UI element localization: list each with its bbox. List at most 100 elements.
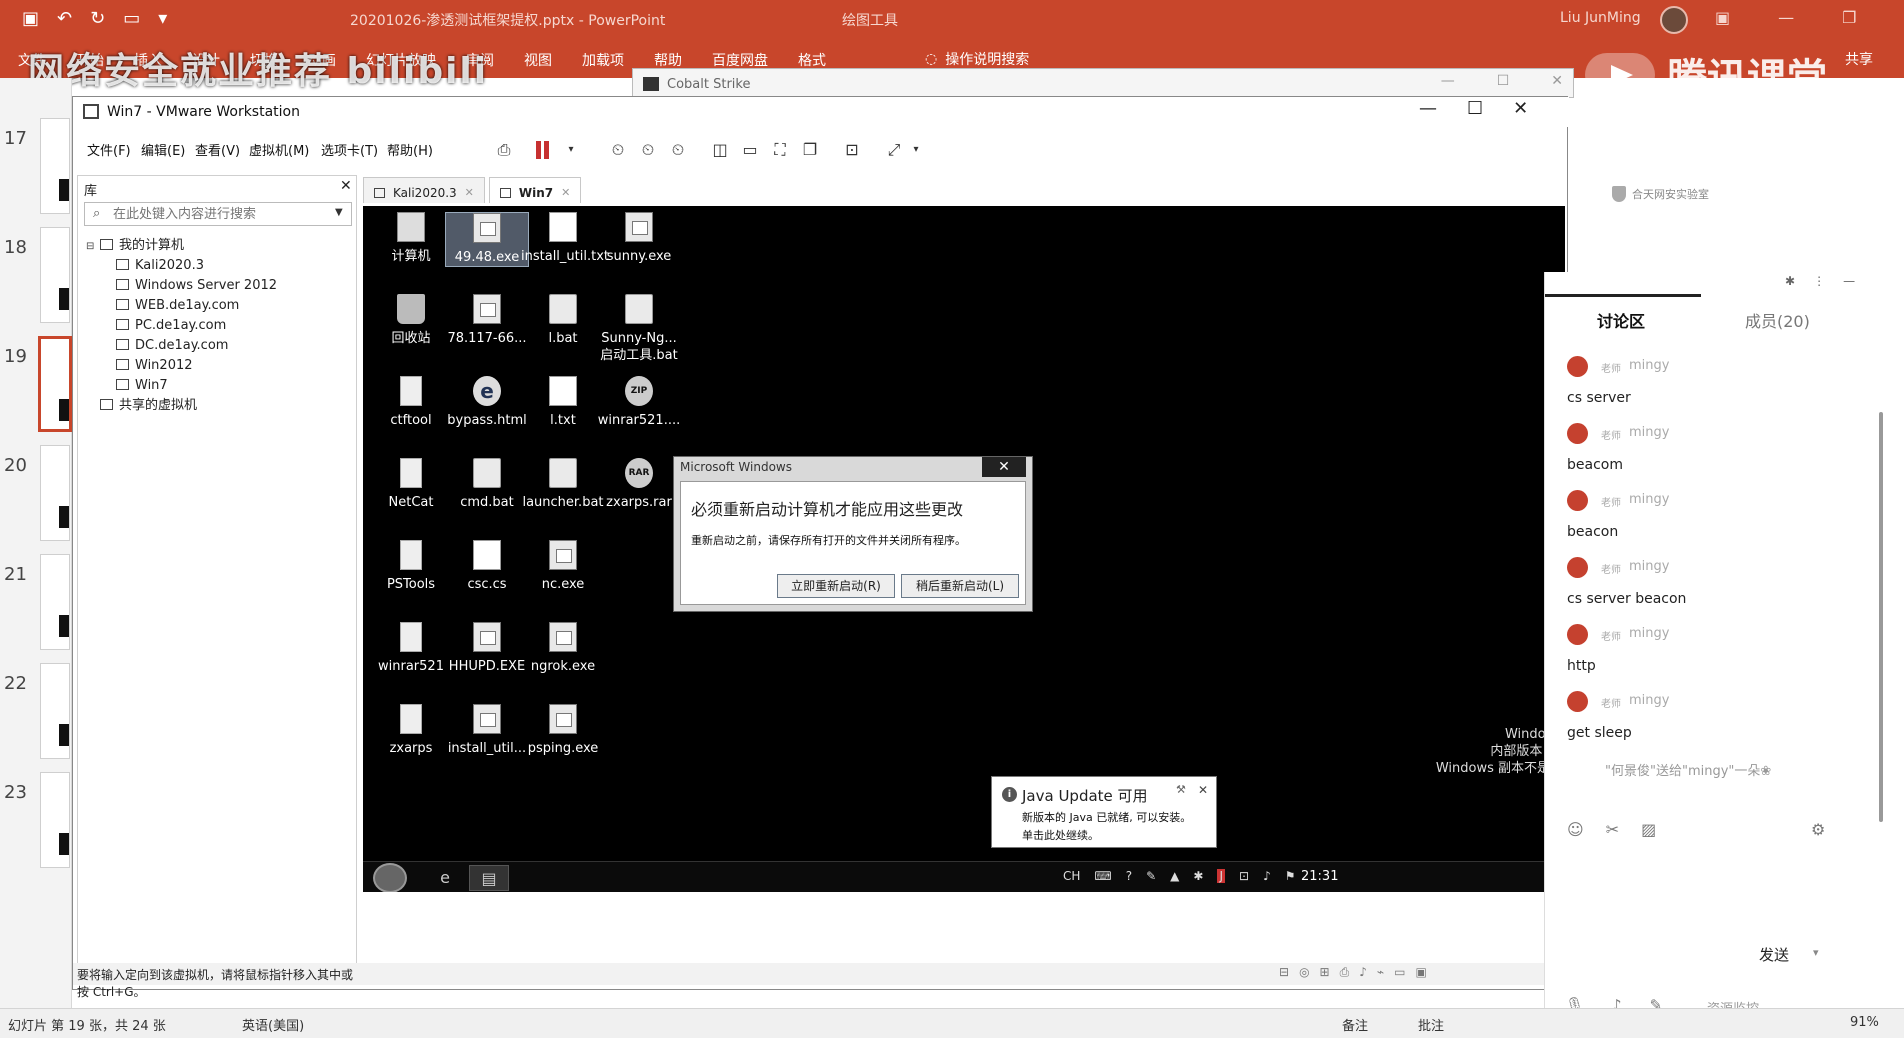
chevron-down-icon[interactable]: ▼ <box>335 207 343 218</box>
avatar[interactable] <box>1567 356 1588 377</box>
library-search-input[interactable] <box>113 205 323 223</box>
chat-scrollbar[interactable] <box>1879 412 1883 822</box>
close-icon[interactable]: ✕ <box>340 178 352 194</box>
slide-thumbnail[interactable] <box>40 118 70 214</box>
restart-later-button[interactable]: 稍后重新启动(L) <box>901 574 1019 598</box>
stretch-guest-icon[interactable]: ⤢ <box>883 139 905 161</box>
slide-thumbnail[interactable] <box>40 663 70 759</box>
pause-vm-icon[interactable] <box>535 139 551 161</box>
desktop-icon[interactable]: ctftool <box>369 376 453 429</box>
pause-dropdown-icon[interactable]: ▾ <box>560 139 582 161</box>
sender-name[interactable]: mingy <box>1629 626 1669 641</box>
ribbon-tab[interactable]: 百度网盘 <box>712 50 768 70</box>
ribbon-options-icon[interactable]: ▣ <box>1715 8 1730 27</box>
display-icon[interactable]: ▭ <box>1394 965 1405 980</box>
volume-icon[interactable]: ♪ <box>1263 869 1271 883</box>
undo-icon[interactable]: ↶ <box>57 8 72 29</box>
slide-thumbnail[interactable] <box>40 772 70 868</box>
zoom-level[interactable]: 91% <box>1850 1015 1879 1030</box>
tree-item-vm[interactable]: WEB.de1ay.com <box>86 296 352 316</box>
sender-name[interactable]: mingy <box>1629 693 1669 708</box>
network-adapter-icon[interactable]: ⊞ <box>1320 965 1330 980</box>
present-icon[interactable]: ▭ <box>123 8 140 29</box>
close-icon[interactable]: ✕ <box>465 186 474 199</box>
avatar[interactable] <box>1567 624 1588 645</box>
tree-item-vm[interactable]: DC.de1ay.com <box>86 336 352 356</box>
tree-item-vm[interactable]: Win7 <box>86 376 352 396</box>
bluetooth-icon[interactable]: ✱ <box>1193 869 1203 883</box>
usb-icon[interactable]: ⌁ <box>1377 965 1384 980</box>
library-search[interactable]: ⌕ ▼ <box>84 202 352 226</box>
help-icon[interactable]: ? <box>1126 869 1132 883</box>
slide-thumbnail[interactable] <box>40 227 70 323</box>
ie-taskbar-icon[interactable]: e <box>425 865 465 891</box>
emoji-icon[interactable]: ☺ <box>1567 820 1584 839</box>
share-button[interactable]: 共享 <box>1845 49 1873 69</box>
image-icon[interactable]: ▨ <box>1641 820 1656 839</box>
notes-button[interactable]: 备注 <box>1342 1015 1368 1034</box>
desktop-icon[interactable]: l.txt <box>521 376 605 429</box>
desktop-icon[interactable]: psping.exe <box>521 704 605 757</box>
settings-icon[interactable]: ⚙ <box>1811 820 1825 839</box>
snapshot-icon[interactable]: ⏲ <box>607 139 629 161</box>
menu-item[interactable]: 查看(V) <box>195 140 240 159</box>
menu-item[interactable]: 编辑(E) <box>141 140 185 159</box>
message-log-icon[interactable]: ▣ <box>1415 965 1426 980</box>
printer-icon[interactable]: ⎙ <box>1340 965 1350 980</box>
tree-item-vm[interactable]: Kali2020.3 <box>86 256 352 276</box>
desktop-icon[interactable]: cmd.bat <box>445 458 529 511</box>
snapshot-manager-icon[interactable]: ⏲ <box>667 139 689 161</box>
taskbar-clock[interactable]: 21:31 <box>1301 869 1338 884</box>
desktop-icon[interactable]: csc.cs <box>445 540 529 593</box>
minimize-icon[interactable]: — <box>1419 98 1437 119</box>
minimize-icon[interactable]: — <box>1778 8 1794 27</box>
desktop-icon[interactable]: winrar521 <box>369 622 453 675</box>
cobalt-strike-window[interactable]: Cobalt Strike — ☐ ✕ <box>632 68 1574 98</box>
comments-button[interactable]: 批注 <box>1418 1015 1444 1034</box>
desktop-icon[interactable]: HHUPD.EXE <box>445 622 529 675</box>
user-name[interactable]: Liu JunMing <box>1560 10 1641 26</box>
sender-name[interactable]: mingy <box>1629 425 1669 440</box>
send-button[interactable]: 发送 <box>1759 944 1789 965</box>
vm-tab[interactable]: Kali2020.3 ✕ <box>363 177 485 203</box>
avatar[interactable] <box>1567 557 1588 578</box>
tree-item-my-computer[interactable]: ⊟ 我的计算机 <box>86 236 352 256</box>
desktop-icon[interactable]: RAR zxarps.rar <box>597 458 681 511</box>
desktop-icon[interactable]: nc.exe <box>521 540 605 593</box>
scissors-icon[interactable]: ✂ <box>1606 820 1619 839</box>
tree-item-shared-vms[interactable]: 共享的虚拟机 <box>86 396 352 416</box>
action-center-flag-icon[interactable]: ⚑ <box>1285 869 1296 883</box>
desktop-icon[interactable]: PSTools <box>369 540 453 593</box>
user-avatar[interactable] <box>1660 6 1688 34</box>
sender-name[interactable]: mingy <box>1629 559 1669 574</box>
save-icon[interactable]: ▣ <box>22 8 39 29</box>
wrench-icon[interactable]: ⚒ <box>1176 783 1186 796</box>
keyboard-icon[interactable]: ⌨ <box>1094 869 1111 883</box>
show-library-icon[interactable]: ◫ <box>709 139 731 161</box>
stretch-dropdown-icon[interactable]: ▾ <box>905 139 927 161</box>
close-icon[interactable]: ✕ <box>561 186 570 199</box>
desktop-icon[interactable]: 78.117-66... <box>445 294 529 347</box>
close-icon[interactable]: ✕ <box>1513 98 1528 119</box>
desktop-icon[interactable]: e bypass.html <box>445 376 529 429</box>
collapse-icon[interactable]: ⊟ <box>86 237 96 257</box>
console-view-icon[interactable]: ⊡ <box>841 139 863 161</box>
desktop-icon[interactable]: 计算机 <box>369 212 453 265</box>
menu-item[interactable]: 帮助(H) <box>387 140 433 159</box>
desktop-icon[interactable]: install_util... <box>445 704 529 757</box>
redo-icon[interactable]: ↻ <box>90 8 105 29</box>
desktop-icon[interactable]: l.bat <box>521 294 605 347</box>
tree-item-vm[interactable]: PC.de1ay.com <box>86 316 352 336</box>
language-indicator[interactable]: CH <box>1063 869 1080 883</box>
customize-icon[interactable]: ▾ <box>158 8 167 29</box>
maximize-icon[interactable]: ☐ <box>1467 98 1483 119</box>
send-ctrl-alt-del-icon[interactable]: ⎙ <box>493 139 515 161</box>
desktop-icon[interactable]: ngrok.exe <box>521 622 605 675</box>
desktop-icon[interactable]: install_util.txt <box>521 212 609 265</box>
language-status[interactable]: 英语(美国) <box>242 1015 304 1034</box>
minimize-icon[interactable]: — <box>1843 274 1855 288</box>
desktop-icon[interactable]: 49.48.exe <box>445 212 529 267</box>
start-button[interactable] <box>373 863 407 892</box>
show-hidden-icons-icon[interactable]: ▲ <box>1170 869 1179 883</box>
avatar[interactable] <box>1567 490 1588 511</box>
